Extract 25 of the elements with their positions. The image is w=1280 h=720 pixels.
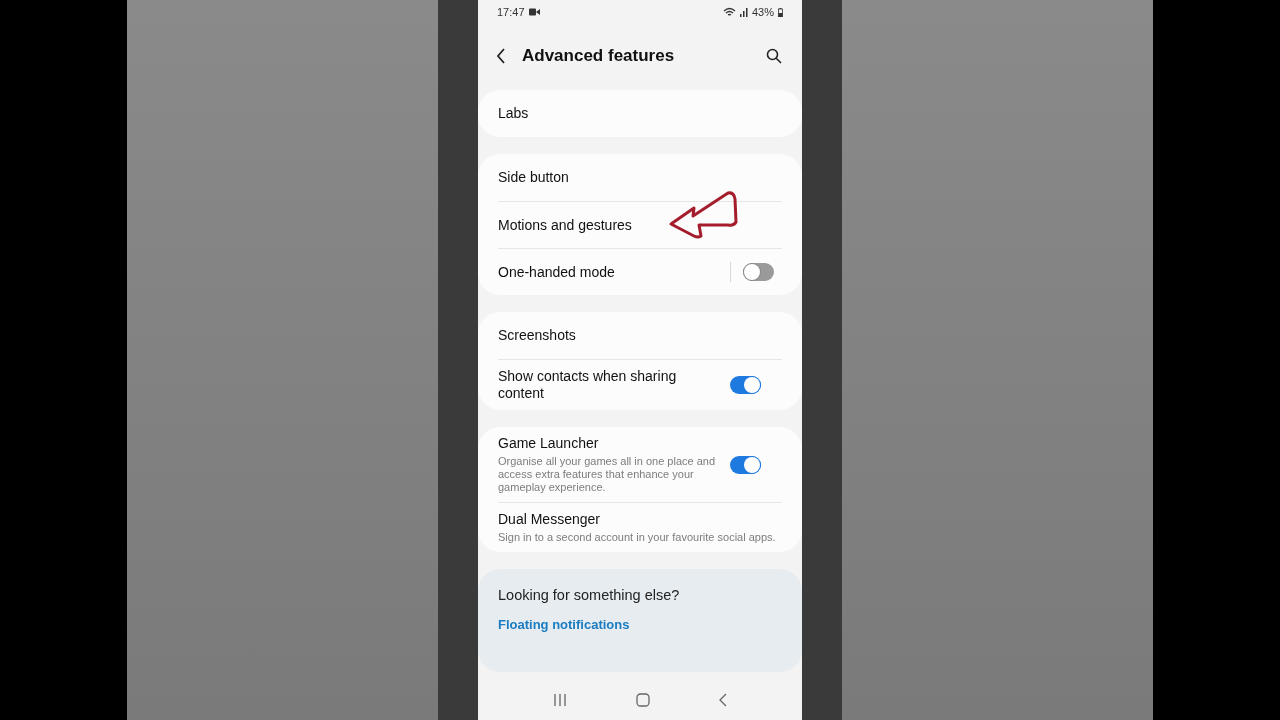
suggestion-link[interactable]: Floating notifications <box>498 617 782 632</box>
setting-title: Show contacts when sharing content <box>498 368 678 402</box>
setting-description: Sign in to a second account in your favourite social apps. <box>498 531 777 544</box>
setting-title: Screenshots <box>498 327 577 344</box>
setting-title: Game Launcher <box>498 435 600 452</box>
toggle-switch[interactable] <box>730 376 761 394</box>
setting-title: Labs <box>498 105 530 122</box>
toggle-switch[interactable] <box>743 263 774 281</box>
setting-title: Motions and gestures <box>498 216 633 234</box>
video-camera-icon <box>528 8 540 16</box>
battery-icon <box>778 7 783 17</box>
battery-percentage: 43% <box>751 6 774 18</box>
signal-icon <box>739 7 748 17</box>
toggle-switch[interactable] <box>730 455 761 474</box>
page-title: Advanced features <box>522 46 676 66</box>
search-button[interactable] <box>764 46 784 66</box>
home-button[interactable] <box>634 691 652 709</box>
suggestions-title: Looking for something else? <box>498 587 681 603</box>
setting-title: One-handed mode <box>498 263 616 281</box>
setting-description: Organise all your games all in one place and access extra features that enhance your gameplay experience. <box>498 455 717 494</box>
setting-title: Dual Messenger <box>498 511 601 528</box>
wifi-icon <box>722 7 736 17</box>
setting-title: Side button <box>498 169 570 186</box>
clock-time: 17:47 <box>497 6 525 18</box>
back-button[interactable] <box>494 46 508 66</box>
